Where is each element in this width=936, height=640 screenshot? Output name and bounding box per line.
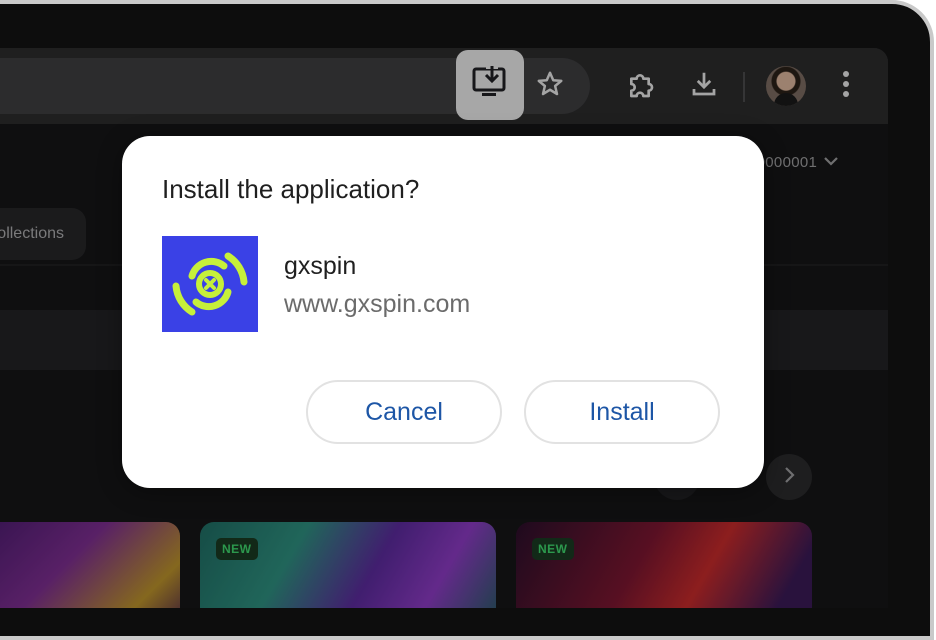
- toolbar-divider: [743, 72, 745, 102]
- new-badge: NEW: [532, 538, 574, 560]
- install-app-icon: [472, 65, 508, 105]
- carousel-next-button[interactable]: [766, 454, 812, 500]
- puzzle-icon: [626, 68, 658, 105]
- download-icon: [689, 69, 719, 104]
- collections-chip[interactable]: ollections: [0, 208, 86, 260]
- game-card[interactable]: [0, 522, 180, 608]
- chevron-down-icon: [823, 154, 839, 171]
- install-app-button[interactable]: [456, 50, 524, 120]
- install-app-dialog: Install the application? gxspin www.gxsp…: [122, 136, 764, 488]
- dialog-title: Install the application?: [162, 174, 420, 204]
- browser-toolbar: [0, 48, 888, 124]
- collections-chip-label: ollections: [0, 225, 64, 242]
- chevron-right-icon: [783, 466, 795, 489]
- app-logo-icon: [162, 236, 258, 332]
- downloads-button[interactable]: [682, 66, 726, 106]
- game-card[interactable]: NEW: [200, 522, 496, 608]
- cancel-button[interactable]: Cancel: [306, 380, 502, 444]
- account-selector[interactable]: 00000001: [748, 144, 866, 180]
- app-url: www.gxspin.com: [284, 290, 471, 318]
- extensions-button[interactable]: [620, 66, 664, 106]
- install-button[interactable]: Install: [524, 380, 720, 444]
- profile-avatar[interactable]: [766, 66, 806, 106]
- app-name: gxspin: [284, 252, 357, 280]
- game-card[interactable]: NEW: [516, 522, 812, 608]
- browser-menu-button[interactable]: [826, 66, 866, 106]
- bookmark-star-button[interactable]: [528, 66, 572, 106]
- three-dots-icon: [841, 69, 851, 104]
- star-icon: [535, 69, 565, 104]
- new-badge: NEW: [216, 538, 258, 560]
